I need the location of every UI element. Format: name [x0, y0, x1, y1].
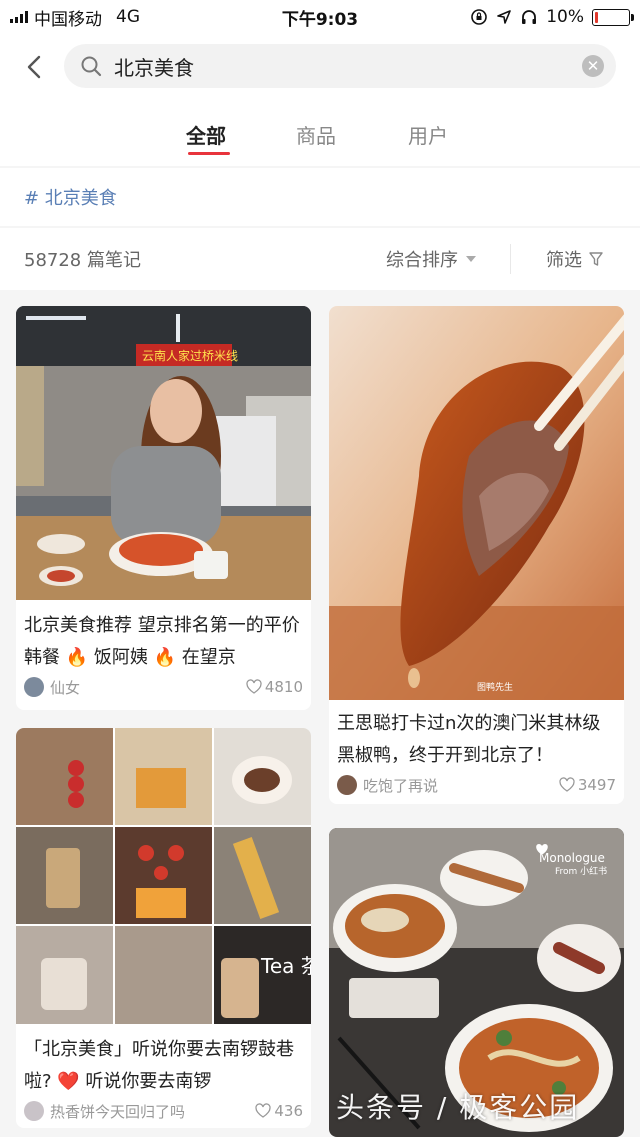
likes[interactable]: 4810 [246, 678, 303, 696]
status-bar-right: 10% [470, 7, 634, 27]
tab-users[interactable]: 用户 [408, 120, 448, 149]
avatar[interactable] [24, 1101, 44, 1121]
note-title[interactable]: 「北京美食」听说你要去南锣鼓巷啦? ❤️ 听说你要去南锣 [24, 1034, 303, 1098]
note-meta: 吃饱了再说 3497 [337, 774, 616, 796]
search-icon [81, 56, 102, 77]
back-arrow-icon[interactable] [20, 52, 50, 82]
heart-icon [559, 777, 575, 792]
headphones-icon [522, 10, 537, 24]
filter-button[interactable]: 筛选 [546, 246, 604, 272]
notes-count: 58728 篇笔记 [24, 250, 141, 271]
note-title[interactable]: 北京美食推荐 望京排名第一的平价韩餐 🔥 饭阿姨 🔥 在望京 [24, 610, 303, 674]
roast-duck-photo: 图鸭先生 [329, 306, 624, 700]
korean-restaurant-photo: 云南人家过桥米线 [16, 306, 311, 600]
likes-count: 4810 [264, 678, 303, 696]
watermark: 头条号 / 极客公园 [336, 1091, 580, 1124]
clear-search-icon[interactable]: ✕ [582, 55, 604, 77]
caret-down-icon [466, 256, 476, 262]
note-card[interactable]: 图鸭先生 王思聪打卡过n次的澳门米其林级黑椒鸭，终于开到北京了！ 吃饱了再说 3… [329, 306, 624, 804]
battery-percent: 10% [546, 7, 584, 27]
battery-level [595, 11, 599, 23]
likes[interactable]: 436 [255, 1102, 303, 1120]
note-card[interactable]: Tea 茶 「北京美食」听说你要去南锣鼓巷啦? ❤️ 听说你要去南锣 热香饼今天… [16, 728, 311, 1128]
photo-watermark-source: From 小红书 [555, 865, 607, 877]
filter-icon [589, 252, 603, 266]
search-query[interactable]: 北京美食 [114, 52, 582, 81]
search-input[interactable]: 北京美食 ✕ [64, 44, 616, 88]
svg-text:云南人家过桥米线: 云南人家过桥米线 [142, 348, 238, 363]
author-name[interactable]: 仙女 [50, 677, 246, 698]
author-name[interactable]: 热香饼今天回归了吗 [50, 1101, 255, 1122]
heart-icon [246, 679, 262, 694]
photo-watermark: Monologue [539, 851, 605, 865]
likes-count: 3497 [577, 776, 616, 794]
active-tab-indicator [188, 152, 230, 155]
author-name[interactable]: 吃饱了再说 [363, 775, 559, 796]
avatar[interactable] [337, 775, 357, 795]
orientation-lock-icon [471, 9, 488, 25]
photo-watermark: 图鸭先生 [477, 681, 513, 693]
topic-row: # 北京美食 [0, 168, 640, 226]
note-card[interactable]: 云南人家过桥米线 北京美食推荐 望京排名第一的平价韩餐 🔥 饭阿姨 🔥 在望京 … [16, 306, 311, 710]
note-title[interactable]: 王思聪打卡过n次的澳门米其林级黑椒鸭，终于开到北京了！ [337, 708, 616, 772]
battery-icon [592, 8, 634, 26]
divider [510, 244, 511, 274]
sort-filter-bar: 58728 篇笔记 综合排序 筛选 [0, 228, 640, 290]
tab-products[interactable]: 商品 [296, 120, 336, 149]
location-icon [497, 10, 512, 24]
photo-watermark: Tea 茶 [260, 954, 311, 978]
avatar[interactable] [24, 677, 44, 697]
tab-bar: 全部 商品 用户 [0, 120, 640, 156]
status-bar: 中国移动 4G 下午9:03 10% [0, 0, 640, 34]
nanluoguxiang-collage-photo: Tea 茶 [16, 728, 311, 1024]
sort-dropdown[interactable]: 综合排序 [386, 246, 476, 272]
note-meta: 仙女 4810 [24, 676, 303, 698]
note-meta: 热香饼今天回归了吗 436 [24, 1100, 303, 1122]
likes-count: 436 [274, 1102, 303, 1120]
header: 北京美食 ✕ 全部 商品 用户 [0, 34, 640, 166]
sort-label: 综合排序 [386, 250, 458, 271]
likes[interactable]: 3497 [559, 776, 616, 794]
hashtag-link[interactable]: # 北京美食 [24, 184, 117, 210]
tab-all[interactable]: 全部 [186, 120, 226, 149]
filter-label: 筛选 [546, 250, 582, 271]
heart-icon [255, 1103, 272, 1118]
